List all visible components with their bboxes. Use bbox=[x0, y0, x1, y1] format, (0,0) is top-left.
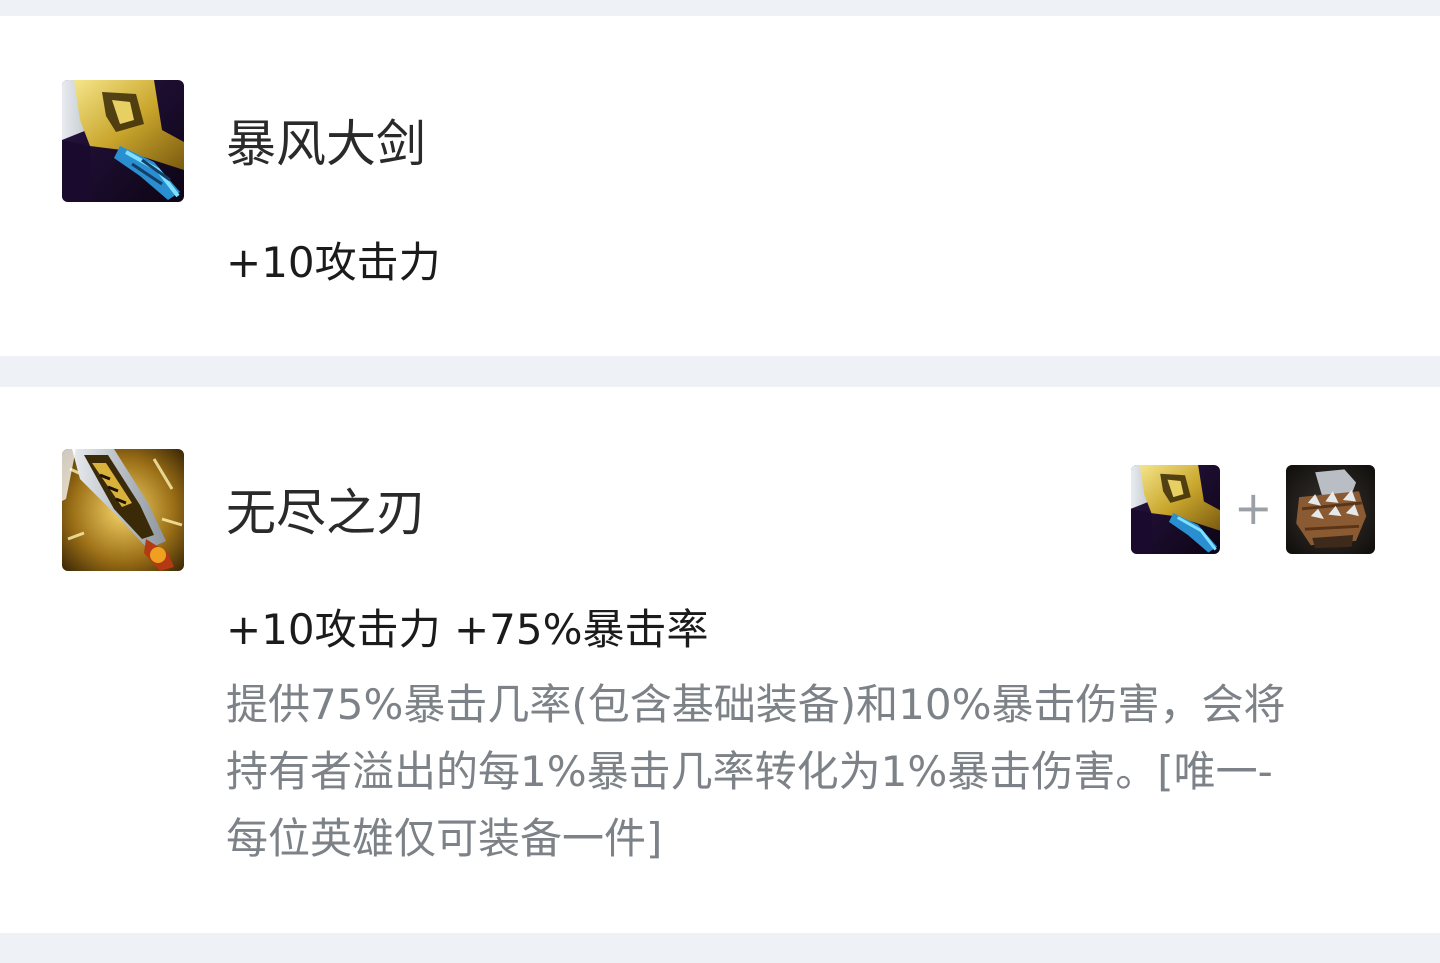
sparring-gloves-icon[interactable] bbox=[1286, 465, 1375, 554]
item-name: 无尽之刃 bbox=[226, 484, 426, 542]
recipe-components: + bbox=[1131, 465, 1375, 555]
description-line: 提供75%暴击几率(包含基础装备)和10%暴击伤害，会将 bbox=[226, 680, 1286, 729]
item-card-bf-sword[interactable]: 暴风大剑 +10攻击力 bbox=[0, 16, 1440, 356]
item-description: 提供75%暴击几率(包含基础装备)和10%暴击伤害，会将 持有者溢出的每1%暴击… bbox=[226, 671, 1396, 872]
plus-icon: + bbox=[1234, 481, 1273, 535]
bf-sword-icon[interactable] bbox=[1131, 465, 1220, 554]
description-line: 每位英雄仅可装备一件] bbox=[226, 814, 663, 863]
bf-sword-icon[interactable] bbox=[62, 80, 184, 202]
infinity-edge-icon[interactable] bbox=[62, 449, 184, 571]
item-stats: +10攻击力 bbox=[226, 238, 441, 287]
description-line: 持有者溢出的每1%暴击几率转化为1%暴击伤害。[唯一- bbox=[226, 747, 1273, 796]
item-card-infinity-edge[interactable]: 无尽之刃 + +10攻击力 +75%暴击率 提供75%暴击几率(包含基础装备)和… bbox=[0, 387, 1440, 933]
item-stats: +10攻击力 +75%暴击率 bbox=[226, 605, 709, 654]
item-name: 暴风大剑 bbox=[226, 115, 426, 173]
